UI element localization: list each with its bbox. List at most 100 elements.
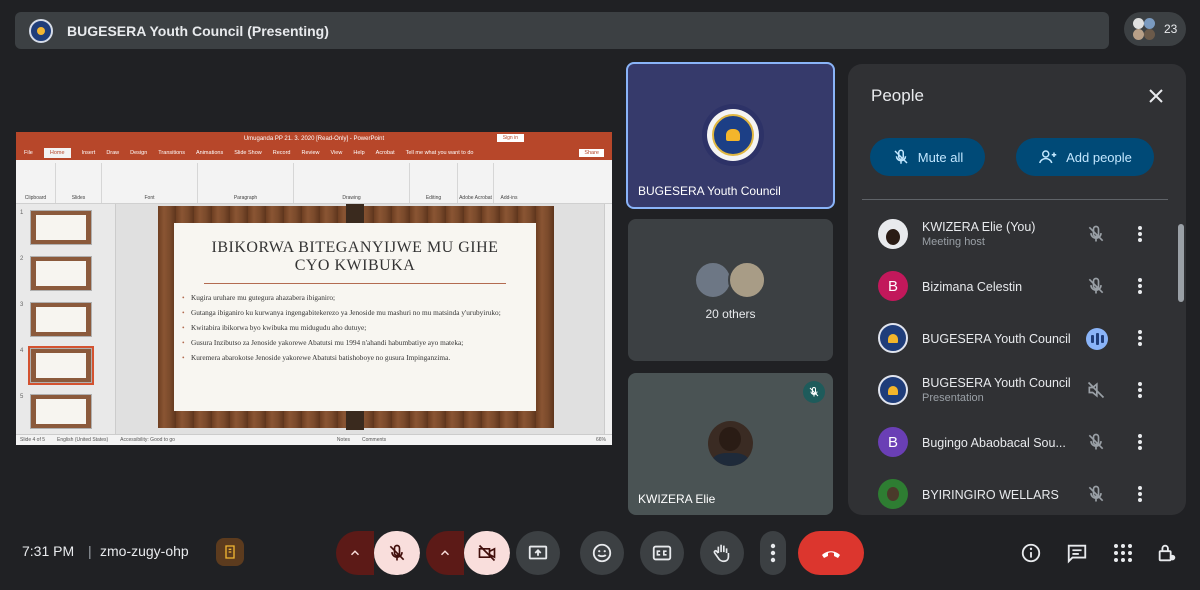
- powerpoint-window-title: Umuganda PP 21. 3. 2020 [Read-Only] - Po…: [243, 136, 385, 142]
- presenter-name: BUGESERA Youth Council: [638, 184, 781, 198]
- more-vert-icon[interactable]: [1132, 328, 1148, 348]
- speaking-icon: [1086, 328, 1108, 350]
- list-item[interactable]: BYIRINGIRO WELLARS: [862, 468, 1168, 515]
- list-item[interactable]: B Bizimana Celestin: [862, 260, 1168, 312]
- participant-list: KWIZERA Elie (You) Meeting host B Bizima…: [862, 200, 1168, 515]
- more-vert-icon[interactable]: [1132, 380, 1148, 400]
- slide-thumbnails: 1 2 3 4 5: [16, 204, 116, 434]
- ribbon-group-paragraph: Paragraph: [198, 163, 294, 203]
- bottom-divider: |: [88, 543, 92, 559]
- more-vert-icon[interactable]: [1132, 276, 1148, 296]
- mic-off-icon: [389, 544, 405, 561]
- add-people-button[interactable]: Add people: [1016, 138, 1154, 176]
- people-panel: People Mute all Add people KWIZERA Elie …: [848, 64, 1186, 515]
- menu-home: Home: [43, 148, 71, 158]
- volume-off-icon[interactable]: [1086, 380, 1106, 400]
- others-avatar: [728, 261, 766, 299]
- mic-off-icon: [894, 149, 908, 164]
- slide-canvas: IBIKORWA BITEGANYIJWE MU GIHE CYO KWIBUK…: [116, 204, 604, 434]
- mute-all-label: Mute all: [917, 149, 964, 165]
- participant-name: Bugingo Abaobacal Sou...: [922, 436, 1066, 450]
- menu-design: Design: [130, 150, 148, 156]
- list-item[interactable]: KWIZERA Elie (You) Meeting host: [862, 208, 1168, 260]
- meeting-code: zmo-zugy-ohp: [100, 543, 189, 559]
- powerpoint-sign-in: Sign in: [496, 134, 524, 142]
- mic-off-icon[interactable]: [1086, 276, 1106, 296]
- mic-options-button[interactable]: [336, 531, 374, 575]
- mic-toggle-button[interactable]: [374, 531, 420, 575]
- slide-bullet: Kuremera abarokotse Jenoside yakorewe Ab…: [182, 350, 524, 365]
- mic-control: [336, 531, 420, 575]
- camera-toggle-button[interactable]: [464, 531, 510, 575]
- meeting-details-button[interactable]: [1020, 542, 1042, 564]
- menu-acrobat: Acrobat: [375, 150, 395, 156]
- slide-title: IBIKORWA BITEGANYIJWE MU GIHE CYO KWIBUK…: [211, 239, 499, 274]
- slide-bullet: Kwitabira ibikorwa byo kwibuka mu midugu…: [182, 320, 524, 335]
- avatar: B: [878, 427, 908, 457]
- others-tile[interactable]: 20 others: [628, 219, 833, 361]
- present-button[interactable]: [516, 531, 560, 575]
- powerpoint-status-bar: Slide 4 of 5 English (United States) Acc…: [16, 434, 612, 445]
- slide-scrollbar: [604, 204, 612, 434]
- captions-button[interactable]: [640, 531, 684, 575]
- host-controls-button[interactable]: [1156, 542, 1178, 564]
- menu-animations: Animations: [195, 150, 224, 156]
- participant-role: Presentation: [922, 392, 984, 404]
- mic-off-icon: [803, 381, 825, 403]
- reactions-button[interactable]: [580, 531, 624, 575]
- status-language: English (United States): [57, 437, 109, 443]
- others-label: 20 others: [705, 307, 756, 321]
- chat-icon: [1067, 544, 1087, 564]
- status-accessibility: Accessibility: Good to go: [120, 437, 175, 443]
- list-item[interactable]: BUGESERA Youth Council Presentation: [862, 364, 1168, 416]
- participant-role: Meeting host: [922, 236, 985, 248]
- close-icon[interactable]: [1144, 84, 1168, 108]
- camera-control: [426, 531, 510, 575]
- chat-button[interactable]: [1066, 542, 1088, 564]
- ribbon-group-slides: Slides: [56, 163, 102, 203]
- more-vert-icon[interactable]: [1132, 432, 1148, 452]
- slide-bottom-post: [346, 408, 364, 430]
- presenter-tile[interactable]: BUGESERA Youth Council: [626, 62, 835, 209]
- ribbon-group-font: Font: [102, 163, 198, 203]
- status-zoom: 66%: [595, 437, 606, 443]
- leave-call-button[interactable]: [798, 531, 864, 575]
- participants-button[interactable]: 23: [1124, 12, 1186, 46]
- call-end-icon: [822, 551, 840, 558]
- self-tile[interactable]: KWIZERA Elie: [628, 373, 833, 515]
- powerpoint-title-bar: Umuganda PP 21. 3. 2020 [Read-Only] - Po…: [16, 132, 612, 146]
- menu-transitions: Transitions: [158, 150, 185, 156]
- ribbon-group-acrobat: Adobe Acrobat: [458, 163, 494, 203]
- more-vert-icon[interactable]: [1132, 224, 1148, 244]
- mic-off-icon[interactable]: [1086, 484, 1106, 504]
- info-icon: [1021, 543, 1041, 563]
- chevron-up-icon: [350, 550, 360, 556]
- captions-icon: [652, 545, 672, 561]
- participant-name: KWIZERA Elie (You): [922, 220, 1036, 234]
- menu-review: Review: [301, 150, 320, 156]
- camera-options-button[interactable]: [426, 531, 464, 575]
- participant-name: BYIRINGIRO WELLARS: [922, 488, 1059, 502]
- raise-hand-button[interactable]: [700, 531, 744, 575]
- chevron-up-icon: [440, 550, 450, 556]
- videocam-off-icon: [478, 544, 496, 562]
- list-item[interactable]: BUGESERA Youth Council: [862, 312, 1168, 364]
- activities-button[interactable]: [1112, 542, 1134, 564]
- status-slide: Slide 4 of 5: [20, 437, 46, 443]
- council-avatar-icon: [878, 375, 908, 405]
- thumbnail-slide-3: 3: [20, 302, 92, 337]
- mute-all-button[interactable]: Mute all: [870, 138, 985, 176]
- ribbon-group-drawing: Drawing: [294, 163, 410, 203]
- more-options-button[interactable]: [760, 531, 786, 575]
- add-people-label: Add people: [1066, 149, 1132, 165]
- panel-scrollbar[interactable]: [1178, 224, 1184, 302]
- slide-bullet: Gusura Inzibutso za Jenoside yakorewe Ab…: [182, 335, 524, 350]
- mic-off-icon[interactable]: [1086, 224, 1106, 244]
- list-item[interactable]: B Bugingo Abaobacal Sou...: [862, 416, 1168, 468]
- host-controls-icon[interactable]: [216, 538, 244, 566]
- emoji-icon: [592, 543, 612, 563]
- slide-bullets: Kugira uruhare mu gutegura ahazabera ibi…: [174, 290, 536, 365]
- mic-off-icon[interactable]: [1086, 432, 1106, 452]
- more-vert-icon[interactable]: [1132, 484, 1148, 504]
- lock-person-icon: [1158, 544, 1176, 562]
